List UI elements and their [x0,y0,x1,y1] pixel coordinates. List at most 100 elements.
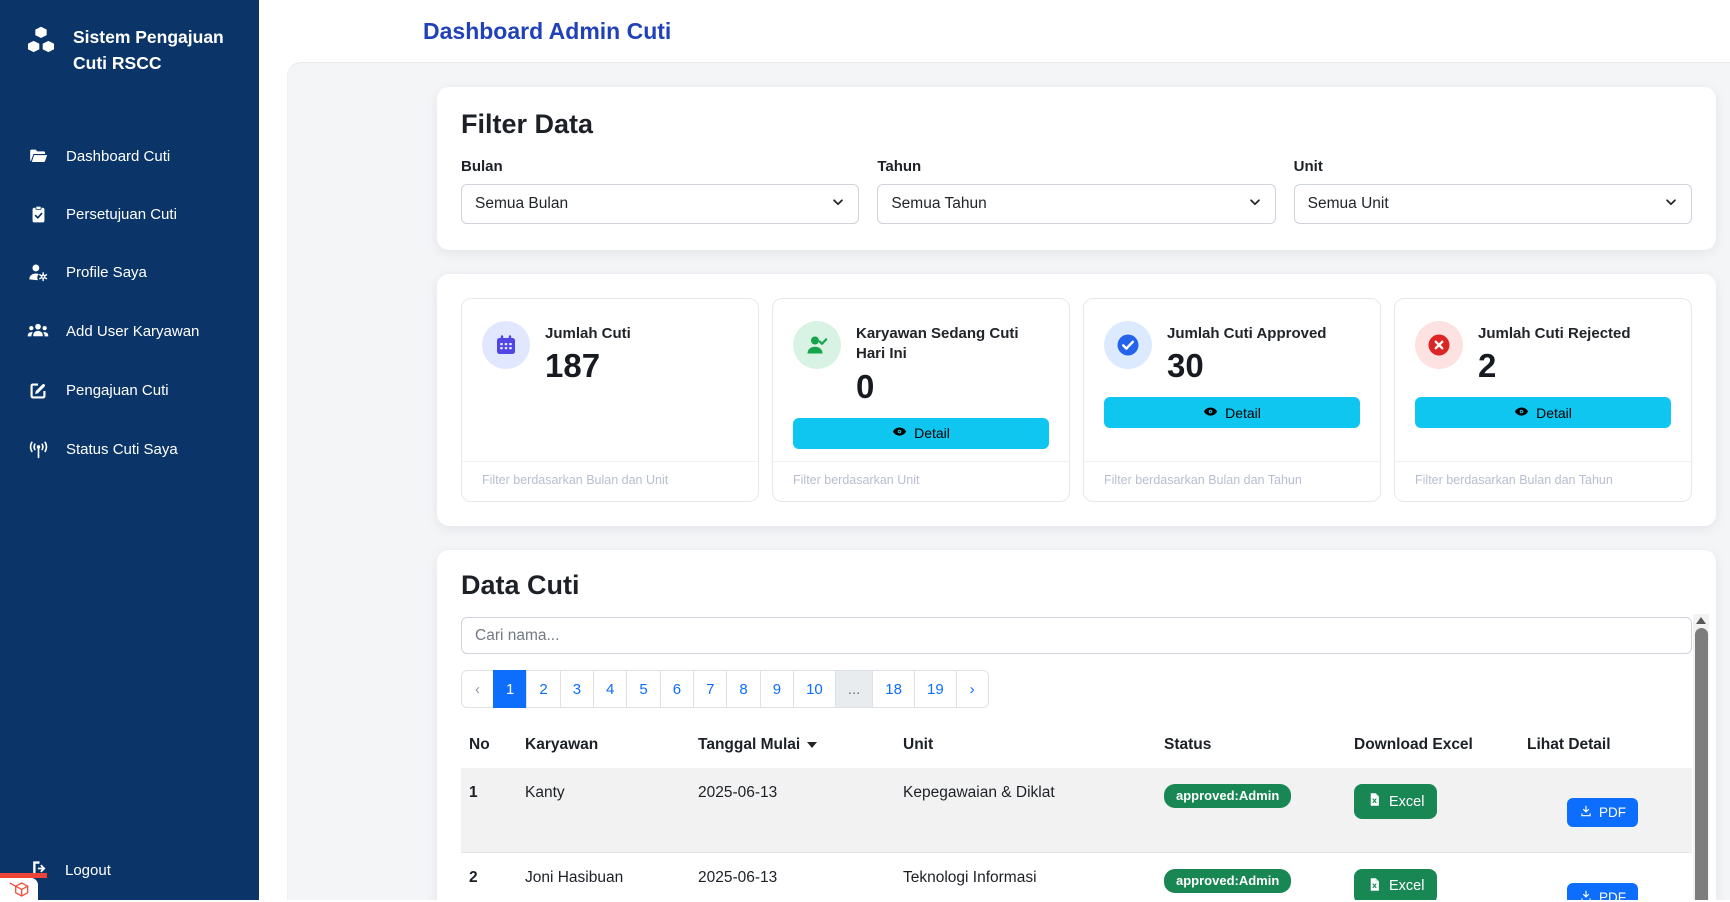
pagination-page-3[interactable]: 3 [560,670,594,708]
pagination-prev[interactable]: ‹ [461,670,494,708]
page-title: Dashboard Admin Cuti [423,18,671,45]
pagination-page-9[interactable]: 9 [760,670,794,708]
cell-tanggal-mulai: 2025-06-13 [690,852,895,900]
users-icon [27,321,49,343]
data-cuti-table: No Karyawan Tanggal Mulai Unit Status Do… [461,730,1692,900]
sidebar-item-label: Profile Saya [66,264,147,281]
pagination-page-18[interactable]: 18 [872,670,915,708]
filter-field-unit: Unit Semua Unit [1294,158,1692,224]
table-row: 2 Joni Hasibuan 2025-06-13 Teknologi Inf… [461,852,1692,900]
pdf-label: PDF [1599,805,1626,820]
download-icon [1579,804,1593,821]
col-status[interactable]: Status [1156,730,1346,768]
cubes-icon [24,24,58,63]
chevron-down-icon [831,195,845,214]
pdf-label: PDF [1599,890,1626,901]
pagination-page-19[interactable]: 19 [914,670,957,708]
pdf-button[interactable]: PDF [1567,883,1638,901]
detail-button-approved[interactable]: Detail [1104,397,1360,428]
tahun-select[interactable]: Semua Tahun [877,184,1275,224]
sidebar-item-persetujuan-cuti[interactable]: Persetujuan Cuti [0,186,259,243]
stat-label: Karyawan Sedang Cuti Hari Ini [856,321,1049,365]
sidebar-item-label: Pengajuan Cuti [66,382,169,399]
stat-value: 30 [1167,347,1326,385]
scrollbar-thumb[interactable] [1695,628,1708,900]
filter-field-tahun: Tahun Semua Tahun [877,158,1275,224]
detail-label: Detail [914,425,950,441]
sidebar-item-add-user-karyawan[interactable]: Add User Karyawan [0,302,259,362]
sidebar-item-label: Dashboard Cuti [66,148,170,165]
filter-card: Filter Data Bulan Semua Bulan Tahun Semu… [437,87,1716,250]
cell-no: 2 [461,852,517,900]
sidebar-menu: Dashboard Cuti Persetujuan Cuti [0,127,259,479]
sidebar: Sistem Pengajuan Cuti RSCC Dashboard Cut… [0,0,259,900]
eye-icon [1203,404,1218,422]
pagination-page-4[interactable]: 4 [593,670,627,708]
stat-label: Jumlah Cuti Approved [1167,321,1326,344]
logout-button[interactable]: Logout [0,847,259,894]
user-gear-icon [27,262,49,283]
excel-button[interactable]: Excel [1354,784,1437,819]
file-excel-icon [1367,877,1382,896]
detail-label: Detail [1536,405,1572,421]
table-header-row: No Karyawan Tanggal Mulai Unit Status Do… [461,730,1692,768]
stat-approved: Jumlah Cuti Approved 30 Detail [1083,298,1381,502]
pdf-button[interactable]: PDF [1567,798,1638,827]
pagination-ellipsis: ... [835,670,874,708]
sort-desc-icon [807,742,817,748]
unit-select-value: Semua Unit [1308,195,1389,213]
col-lihat-detail[interactable]: Lihat Detail [1519,730,1692,768]
pagination-page-7[interactable]: 7 [693,670,727,708]
tower-broadcast-icon [27,439,49,460]
table-row: 1 Kanty 2025-06-13 Kepegawaian & Diklat … [461,768,1692,852]
col-no[interactable]: No [461,730,517,768]
table-scrollbar[interactable] [1693,614,1709,900]
excel-label: Excel [1389,878,1424,894]
laravel-logo-icon[interactable] [0,878,38,900]
pagination-page-2[interactable]: 2 [526,670,560,708]
bulan-select-value: Semua Bulan [475,195,568,213]
unit-select[interactable]: Semua Unit [1294,184,1692,224]
stat-footer: Filter berdasarkan Bulan dan Tahun [1084,461,1380,501]
scroll-up-arrow-icon[interactable] [1696,617,1706,624]
cell-tanggal-mulai: 2025-06-13 [690,768,895,852]
search-input[interactable] [461,617,1692,654]
data-cuti-title: Data Cuti [461,570,1692,601]
app-brand: Sistem Pengajuan Cuti RSCC [0,0,259,87]
pagination-page-8[interactable]: 8 [726,670,760,708]
pagination-next[interactable]: › [956,670,989,708]
pagination-page-5[interactable]: 5 [626,670,660,708]
detail-button-sedang-cuti[interactable]: Detail [793,418,1049,449]
col-karyawan[interactable]: Karyawan [517,730,690,768]
logout-label: Logout [65,862,111,879]
sidebar-item-label: Persetujuan Cuti [66,206,177,223]
stat-sedang-cuti: Karyawan Sedang Cuti Hari Ini 0 Detail [772,298,1070,502]
sidebar-item-pengajuan-cuti[interactable]: Pengajuan Cuti [0,362,259,420]
excel-button[interactable]: Excel [1354,869,1437,901]
file-excel-icon [1367,792,1382,811]
pagination-page-10[interactable]: 10 [793,670,836,708]
excel-label: Excel [1389,794,1424,810]
cell-unit: Kepegawaian & Diklat [895,768,1156,852]
circle-xmark-icon [1415,321,1463,369]
stat-label: Jumlah Cuti Rejected [1478,321,1631,344]
pagination: ‹ 1 2 3 4 5 6 7 8 9 10 ... 18 19 › [461,670,1692,708]
sidebar-item-status-cuti-saya[interactable]: Status Cuti Saya [0,420,259,479]
circle-check-icon [1104,321,1152,369]
unit-label: Unit [1294,158,1692,175]
sidebar-item-profile-saya[interactable]: Profile Saya [0,243,259,302]
detail-button-rejected[interactable]: Detail [1415,397,1671,428]
sidebar-item-label: Add User Karyawan [66,323,199,340]
cell-unit: Teknologi Informasi [895,852,1156,900]
col-download-excel[interactable]: Download Excel [1346,730,1519,768]
col-unit[interactable]: Unit [895,730,1156,768]
bulan-select[interactable]: Semua Bulan [461,184,859,224]
pagination-page-6[interactable]: 6 [660,670,694,708]
bulan-label: Bulan [461,158,859,175]
pagination-page-1[interactable]: 1 [493,670,527,708]
sidebar-item-dashboard-cuti[interactable]: Dashboard Cuti [0,127,259,186]
chevron-down-icon [1664,195,1678,214]
col-tanggal-mulai[interactable]: Tanggal Mulai [690,730,895,768]
sidebar-item-label: Status Cuti Saya [66,441,178,458]
pen-square-icon [27,381,49,401]
